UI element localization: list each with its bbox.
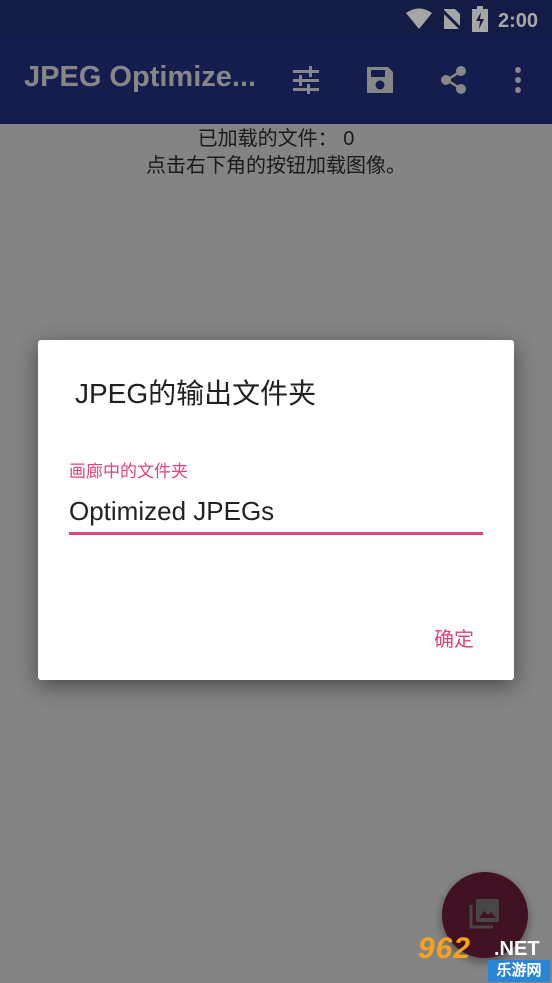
watermark-logo: 962 .NET 乐游网 [410,930,552,983]
watermark-site-name: 乐游网 [488,960,550,982]
folder-field-label: 画廊中的文件夹 [69,462,188,481]
watermark-net: .NET [494,938,540,960]
status-bar-scrim [0,0,552,38]
ok-button[interactable]: 确定 [434,623,474,652]
output-folder-dialog: JPEG的输出文件夹 画廊中的文件夹 确定 [38,340,514,680]
watermark-number: 962 [418,932,472,965]
folder-name-input[interactable] [69,490,483,535]
dialog-title: JPEG的输出文件夹 [75,378,317,409]
